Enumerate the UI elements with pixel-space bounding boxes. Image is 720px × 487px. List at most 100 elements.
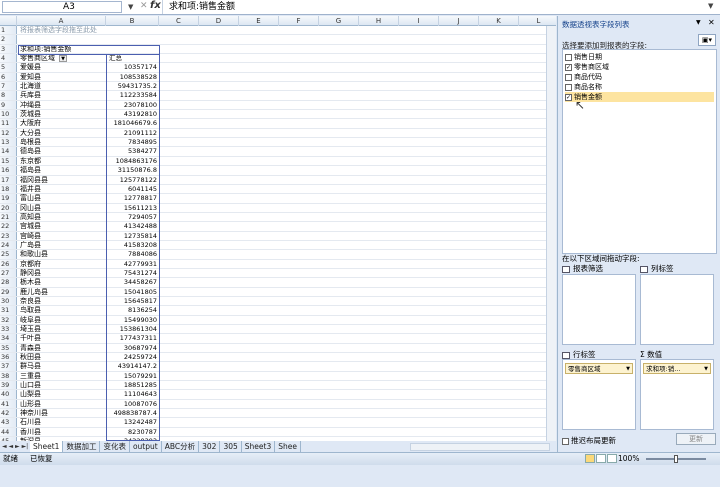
cell-a[interactable]: 宫城县 bbox=[18, 222, 106, 230]
row-number[interactable]: 5 bbox=[0, 63, 17, 72]
select-all-corner[interactable] bbox=[0, 16, 17, 26]
checkbox-icon[interactable] bbox=[565, 83, 572, 91]
row-number[interactable]: 20 bbox=[0, 203, 17, 212]
row-number[interactable]: 33 bbox=[0, 325, 17, 334]
cancel-icon[interactable]: ✕ bbox=[140, 1, 148, 11]
row-number[interactable]: 21 bbox=[0, 212, 17, 222]
column-header-h[interactable]: H bbox=[359, 16, 399, 26]
row-number[interactable]: 34 bbox=[0, 334, 17, 343]
cell-a[interactable]: 福井县 bbox=[18, 185, 106, 193]
cell-a[interactable]: 三重县 bbox=[18, 372, 106, 380]
cell-a[interactable]: 京都府 bbox=[18, 260, 106, 268]
cell-a[interactable]: 岛根县 bbox=[18, 138, 106, 146]
name-box[interactable]: A3 bbox=[2, 1, 122, 13]
row-number[interactable]: 24 bbox=[0, 240, 17, 250]
row-number[interactable]: 26 bbox=[0, 259, 17, 268]
cell-a[interactable]: 大阪府 bbox=[18, 119, 106, 127]
insert-function-button[interactable]: fx bbox=[150, 0, 161, 11]
cell-a[interactable]: 德岛县 bbox=[18, 147, 106, 155]
cell-a[interactable]: 零售商区域 ▼ bbox=[18, 54, 106, 62]
row-number[interactable]: 10 bbox=[0, 110, 17, 119]
horizontal-scrollbar[interactable] bbox=[410, 443, 550, 451]
sheet-tab[interactable]: 305 bbox=[220, 441, 242, 452]
row-number[interactable]: 42 bbox=[0, 409, 17, 418]
column-header-e[interactable]: E bbox=[239, 16, 279, 26]
row-labels-area[interactable]: 零售商区域 ▼ bbox=[562, 359, 636, 430]
cell-a[interactable]: 鹿儿岛县 bbox=[18, 288, 106, 296]
row-number[interactable]: 11 bbox=[0, 119, 17, 128]
chevron-down-icon[interactable]: ▼ bbox=[704, 364, 708, 373]
cell-a[interactable]: 冈山县 bbox=[18, 204, 106, 212]
row-number[interactable]: 17 bbox=[0, 175, 17, 184]
cell-b[interactable] bbox=[107, 35, 159, 43]
checkbox-icon[interactable] bbox=[562, 437, 569, 445]
cell-b[interactable] bbox=[107, 26, 159, 34]
field-item[interactable]: 商品名称 bbox=[565, 82, 714, 92]
zoom-level[interactable]: 100% bbox=[618, 453, 639, 465]
sheet-tab[interactable]: 302 bbox=[199, 441, 221, 452]
page-layout-icon[interactable] bbox=[596, 454, 606, 463]
row-number[interactable]: 35 bbox=[0, 343, 17, 353]
row-number[interactable]: 14 bbox=[0, 147, 17, 156]
cell-a[interactable]: 茨城县 bbox=[18, 110, 106, 118]
row-number[interactable]: 32 bbox=[0, 315, 17, 324]
page-break-icon[interactable] bbox=[607, 454, 617, 463]
column-header-c[interactable]: C bbox=[159, 16, 199, 26]
filter-dropdown-icon[interactable]: ▼ bbox=[59, 54, 67, 62]
layout-options-button[interactable]: ▣▾ bbox=[698, 34, 716, 46]
cell-a[interactable]: 冲绳县 bbox=[18, 101, 106, 109]
cell-a[interactable]: 石川县 bbox=[18, 418, 106, 426]
column-header-d[interactable]: D bbox=[199, 16, 239, 26]
defer-layout-checkbox[interactable]: 推迟布局更新 bbox=[562, 435, 616, 446]
cell-a[interactable]: 和歌山县 bbox=[18, 250, 106, 258]
column-header-g[interactable]: G bbox=[319, 16, 359, 26]
row-number[interactable]: 7 bbox=[0, 82, 17, 91]
cell-a[interactable]: 爱知县 bbox=[18, 73, 106, 81]
row-number[interactable]: 41 bbox=[0, 399, 17, 409]
row-number[interactable]: 19 bbox=[0, 194, 17, 203]
cell-a[interactable]: 富山县 bbox=[18, 194, 106, 202]
row-number[interactable]: 1 bbox=[0, 26, 17, 35]
cell-a[interactable]: 秋田县 bbox=[18, 353, 106, 361]
cell-a[interactable]: 东京都 bbox=[18, 157, 106, 165]
row-number[interactable]: 18 bbox=[0, 184, 17, 194]
report-filter-area[interactable] bbox=[562, 274, 636, 345]
row-number[interactable]: 31 bbox=[0, 306, 17, 315]
field-item[interactable]: ✓ 零售商区域 bbox=[565, 62, 714, 72]
cell-a[interactable]: 群马县 bbox=[18, 362, 106, 370]
column-header-b[interactable]: B bbox=[106, 16, 159, 26]
tab-nav-arrows[interactable]: ◄ ◄ ► ►| bbox=[2, 441, 28, 452]
cell-a[interactable]: 福冈县县 bbox=[18, 176, 106, 184]
chevron-down-icon[interactable]: ▼ bbox=[128, 3, 133, 11]
row-number[interactable]: 43 bbox=[0, 418, 17, 427]
checkbox-icon[interactable]: ✓ bbox=[565, 63, 572, 71]
cell-a[interactable] bbox=[18, 35, 106, 43]
cell-a[interactable]: 爱媛县 bbox=[18, 63, 106, 71]
field-item[interactable]: ✓ 销售金额 bbox=[565, 92, 714, 102]
row-number[interactable]: 37 bbox=[0, 362, 17, 371]
cell-a[interactable]: 静冈县 bbox=[18, 269, 106, 277]
row-number[interactable]: 6 bbox=[0, 72, 17, 82]
row-number[interactable]: 4 bbox=[0, 54, 17, 63]
chevron-down-icon[interactable]: ▼ bbox=[626, 364, 630, 373]
column-labels-area[interactable] bbox=[640, 274, 714, 345]
zoom-slider-thumb[interactable] bbox=[674, 455, 678, 463]
cell-a[interactable]: 兵库县 bbox=[18, 91, 106, 99]
sheet-tab[interactable]: ABC分析 bbox=[162, 441, 200, 452]
sheet-tab[interactable]: 数据加工 bbox=[63, 441, 101, 452]
column-header-l[interactable]: L bbox=[519, 16, 556, 26]
column-header-f[interactable]: F bbox=[279, 16, 319, 26]
row-number[interactable]: 3 bbox=[0, 44, 17, 54]
value-field-item[interactable]: 求和项:销... ▼ bbox=[643, 363, 711, 374]
row-number[interactable]: 22 bbox=[0, 222, 17, 231]
column-header-k[interactable]: K bbox=[479, 16, 519, 26]
cell-a[interactable]: 千叶县 bbox=[18, 334, 106, 342]
row-number[interactable]: 16 bbox=[0, 166, 17, 175]
row-number[interactable]: 12 bbox=[0, 128, 17, 138]
row-field-item[interactable]: 零售商区域 ▼ bbox=[565, 363, 633, 374]
normal-view-icon[interactable] bbox=[585, 454, 595, 463]
checkbox-icon[interactable] bbox=[565, 73, 572, 81]
cell-a[interactable]: 大分县 bbox=[18, 129, 106, 137]
row-number[interactable]: 39 bbox=[0, 381, 17, 390]
checkbox-icon[interactable] bbox=[565, 53, 572, 61]
